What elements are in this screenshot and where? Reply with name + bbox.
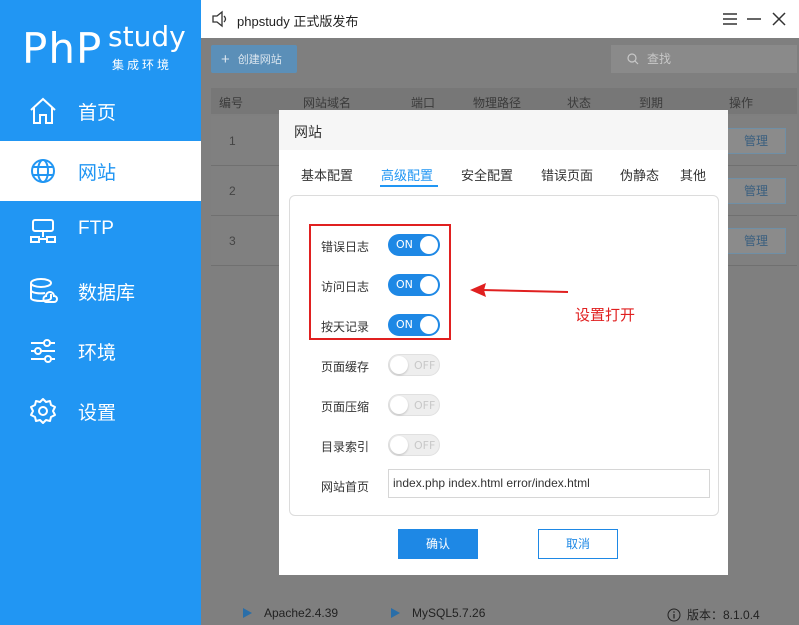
sidebar-item-label: 首页 bbox=[78, 103, 117, 124]
sidebar-item-database[interactable]: 数据库 bbox=[0, 261, 201, 321]
mysql-label: MySQL5.7.26 bbox=[412, 606, 486, 620]
tab-basic-config[interactable]: 基本配置 bbox=[301, 165, 353, 184]
close-icon[interactable] bbox=[768, 8, 790, 30]
page-compress-label: 页面压缩 bbox=[321, 400, 370, 414]
column-header: 编号 bbox=[219, 96, 244, 110]
row-number: 3 bbox=[229, 234, 236, 248]
cancel-button[interactable]: 取消 bbox=[538, 529, 618, 559]
toggle-knob bbox=[390, 436, 408, 454]
annotation-arrow-icon bbox=[470, 283, 569, 297]
page-compress-toggle[interactable]: OFF bbox=[388, 394, 440, 416]
sidebar-item-home[interactable]: 首页 bbox=[0, 81, 201, 141]
logo-subtitle: 集成环境 bbox=[112, 58, 173, 72]
menu-icon[interactable] bbox=[719, 8, 741, 30]
announcement-title[interactable]: phpstudy 正式版发布 bbox=[237, 11, 358, 30]
play-icon bbox=[391, 608, 400, 618]
play-icon bbox=[243, 608, 252, 618]
toggle-state: OFF bbox=[414, 399, 436, 412]
toggle-state: OFF bbox=[414, 439, 436, 452]
status-bar: Apache2.4.39 MySQL5.7.26 版本：8.1.0.4 bbox=[201, 600, 799, 625]
search-placeholder: 查找 bbox=[647, 52, 672, 66]
column-header: 状态 bbox=[567, 96, 592, 110]
tab-rewrite[interactable]: 伪静态 bbox=[620, 165, 659, 184]
tab-error-pages[interactable]: 错误页面 bbox=[541, 165, 593, 184]
sidebar-item-website[interactable]: 网站 bbox=[0, 141, 201, 201]
annotation-highlight-box bbox=[309, 224, 451, 340]
website-settings-dialog: 网站 基本配置 高级配置 安全配置 错误页面 伪静态 其他 错误日志 ON 访问… bbox=[279, 110, 728, 575]
manage-button[interactable]: 管理 bbox=[726, 178, 786, 204]
version-info: 版本：8.1.0.4 bbox=[667, 606, 760, 623]
row-number: 2 bbox=[229, 184, 236, 198]
globe-icon bbox=[31, 159, 55, 183]
apache-label: Apache2.4.39 bbox=[264, 606, 339, 620]
sidebar-item-label: 网站 bbox=[78, 163, 117, 184]
toggle-knob bbox=[390, 396, 408, 414]
column-header: 操作 bbox=[729, 96, 754, 110]
database-icon bbox=[30, 278, 58, 303]
tab-security-config[interactable]: 安全配置 bbox=[461, 165, 513, 184]
sidebar-item-ftp[interactable]: FTP bbox=[0, 201, 201, 261]
sidebar-item-label: 数据库 bbox=[78, 283, 136, 304]
search-input[interactable]: 查找 bbox=[611, 45, 797, 73]
minimize-icon[interactable] bbox=[743, 8, 765, 30]
directory-index-toggle[interactable]: OFF bbox=[388, 434, 440, 456]
plus-icon: + bbox=[221, 50, 230, 68]
annotation-text: 设置打开 bbox=[575, 307, 636, 324]
sidebar-item-settings[interactable]: 设置 bbox=[0, 381, 201, 441]
search-icon bbox=[627, 53, 639, 65]
dialog-title: 网站 bbox=[294, 124, 322, 140]
speaker-icon[interactable] bbox=[211, 10, 229, 28]
gear-icon bbox=[30, 398, 56, 424]
homepage-label: 网站首页 bbox=[321, 480, 370, 494]
manage-button[interactable]: 管理 bbox=[726, 128, 786, 154]
sliders-icon bbox=[31, 339, 55, 363]
logo-study-text: study bbox=[108, 20, 186, 53]
sidebar-item-environment[interactable]: 环境 bbox=[0, 321, 201, 381]
mysql-service[interactable]: MySQL5.7.26 bbox=[391, 606, 485, 620]
active-tab-indicator bbox=[380, 185, 438, 187]
manage-button[interactable]: 管理 bbox=[726, 228, 786, 254]
column-header: 物理路径 bbox=[473, 96, 522, 110]
info-icon bbox=[667, 608, 681, 621]
toggle-knob bbox=[390, 356, 408, 374]
version-label: 版本：8.1.0.4 bbox=[687, 608, 760, 622]
apache-service[interactable]: Apache2.4.39 bbox=[243, 606, 338, 620]
app-logo: PhP study 集成环境 bbox=[20, 18, 190, 78]
sidebar-item-label: FTP bbox=[78, 218, 114, 239]
create-website-label: 创建网站 bbox=[237, 54, 282, 66]
column-header: 到期 bbox=[639, 96, 664, 110]
logo-php-text: PhP bbox=[22, 24, 103, 73]
confirm-button[interactable]: 确认 bbox=[398, 529, 478, 559]
toggle-state: OFF bbox=[414, 359, 436, 372]
homepage-input[interactable]: index.php index.html error/index.html bbox=[388, 469, 710, 498]
sidebar-item-label: 设置 bbox=[78, 403, 117, 424]
create-website-button[interactable]: + 创建网站 bbox=[211, 45, 297, 73]
dialog-header: 网站 bbox=[279, 110, 728, 150]
row-number: 1 bbox=[229, 134, 236, 148]
ftp-icon bbox=[30, 219, 56, 243]
tab-other[interactable]: 其他 bbox=[680, 165, 706, 184]
sidebar: PhP study 集成环境 首页 网站 FTP 数据库 环境 设置 bbox=[0, 0, 201, 625]
page-cache-toggle[interactable]: OFF bbox=[388, 354, 440, 376]
sidebar-item-label: 环境 bbox=[78, 343, 117, 364]
tab-advanced-config[interactable]: 高级配置 bbox=[381, 165, 433, 184]
directory-index-label: 目录索引 bbox=[321, 440, 370, 454]
home-icon bbox=[30, 97, 56, 124]
column-header: 端口 bbox=[411, 96, 436, 110]
page-cache-label: 页面缓存 bbox=[321, 360, 370, 374]
title-bar: phpstudy 正式版发布 bbox=[201, 0, 799, 38]
column-header: 网站域名 bbox=[303, 96, 352, 110]
